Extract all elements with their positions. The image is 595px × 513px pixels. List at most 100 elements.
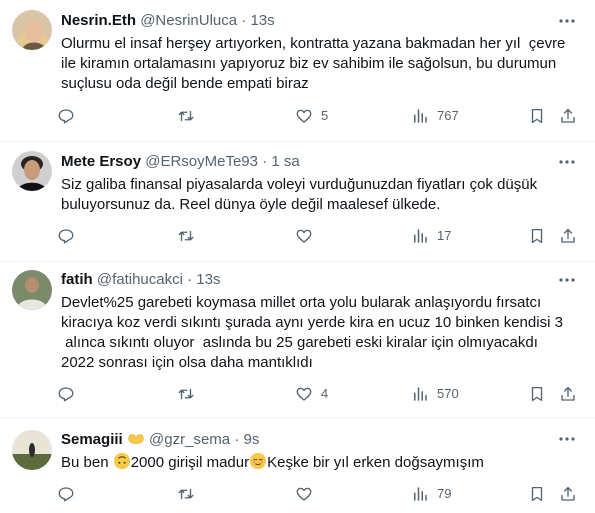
analytics-icon — [414, 229, 427, 243]
tweet-text: Olurmu el insaf herşey artıyorken, kontr… — [61, 35, 566, 92]
like-button[interactable]: 5 — [295, 106, 328, 126]
bookmark-button[interactable] — [528, 384, 546, 404]
analytics-icon — [414, 109, 427, 123]
like-button[interactable] — [295, 226, 321, 246]
bookmark-button[interactable] — [528, 106, 546, 126]
separator-dot: · — [234, 431, 240, 448]
more-horizontal-icon[interactable] — [557, 152, 577, 172]
tweet-header: Semagiii @gzr_sema · 9s — [61, 429, 259, 449]
reply-icon — [58, 487, 74, 502]
retweet-icon — [178, 488, 194, 500]
tweet-text: Siz galiba finansal piyasalarda voleyi v… — [61, 176, 538, 213]
retweet-icon — [178, 388, 194, 400]
share-button[interactable] — [559, 226, 577, 246]
analytics-icon — [414, 487, 427, 501]
analytics-icon — [414, 387, 427, 401]
tweet[interactable]: Semagiii @gzr_sema · 9s Bu ben 2000 giri… — [0, 418, 595, 513]
avatar[interactable] — [12, 270, 52, 310]
retweet-button[interactable] — [177, 106, 203, 126]
tweet-header: Mete Ersoy @ERsoyMeTe93 · 1 sa — [61, 152, 300, 172]
views-button[interactable]: 767 — [411, 106, 459, 126]
tweet[interactable]: Nesrin.Eth @NesrinUluca · 13s Olurmu el … — [0, 0, 595, 141]
tweet-text-part: Keşke bir yıl erken doğsaymışım — [267, 454, 484, 471]
retweet-button[interactable] — [177, 484, 203, 504]
tweet-header: Nesrin.Eth @NesrinUluca · 13s — [61, 11, 275, 31]
upside-down-face-emoji-icon — [113, 452, 130, 470]
share-icon — [561, 228, 575, 243]
tweet-text-part: Bu ben — [61, 454, 113, 471]
reply-button[interactable] — [57, 384, 83, 404]
retweet-icon — [178, 110, 194, 122]
display-name[interactable]: fatih — [61, 271, 93, 288]
hands-heart-emoji-icon — [128, 434, 144, 444]
reply-icon — [58, 387, 74, 402]
like-count: 5 — [321, 108, 329, 123]
user-handle[interactable]: @NesrinUluca — [140, 12, 237, 29]
retweet-icon — [178, 230, 194, 242]
display-name[interactable]: Nesrin.Eth — [61, 12, 136, 29]
views-button[interactable]: 570 — [411, 384, 459, 404]
tweet-text: Devlet%25 garebeti koymasa millet orta y… — [61, 294, 563, 371]
user-handle[interactable]: @gzr_sema — [149, 431, 230, 448]
retweet-button[interactable] — [177, 384, 203, 404]
more-horizontal-icon[interactable] — [557, 429, 577, 449]
tweet-text-part: 2000 girişil madur — [130, 454, 250, 471]
views-count: 79 — [437, 486, 452, 501]
timestamp[interactable]: 13s — [196, 271, 220, 288]
separator-dot: · — [241, 12, 247, 29]
reply-icon — [58, 109, 74, 124]
bookmark-button[interactable] — [528, 484, 546, 504]
timestamp[interactable]: 1 sa — [271, 153, 299, 170]
display-name[interactable]: Mete Ersoy — [61, 153, 141, 170]
relieved-face-emoji-icon — [250, 452, 267, 470]
share-icon — [561, 386, 575, 401]
share-button[interactable] — [559, 106, 577, 126]
tweet[interactable]: fatih @fatihucakci · 13s Devlet%25 gareb… — [0, 262, 595, 417]
share-icon — [561, 108, 575, 123]
bookmark-icon — [531, 386, 543, 402]
reply-button[interactable] — [57, 484, 83, 504]
timestamp[interactable]: 13s — [250, 12, 274, 29]
bookmark-button[interactable] — [528, 226, 546, 246]
separator-dot: · — [187, 271, 193, 288]
share-button[interactable] — [559, 484, 577, 504]
user-handle[interactable]: @fatihucakci — [97, 271, 183, 288]
more-horizontal-icon[interactable] — [557, 11, 577, 31]
like-button[interactable]: 4 — [295, 384, 328, 404]
tweet-text: Bu ben 2000 girişil madur Keşke bir yıl e… — [61, 452, 581, 473]
separator-dot: · — [262, 153, 268, 170]
reply-icon — [58, 229, 74, 244]
user-handle[interactable]: @ERsoyMeTe93 — [145, 153, 258, 170]
heart-icon — [296, 229, 312, 243]
retweet-button[interactable] — [177, 226, 203, 246]
reply-button[interactable] — [57, 106, 83, 126]
heart-icon — [296, 387, 312, 401]
heart-icon — [296, 487, 312, 501]
avatar[interactable] — [12, 151, 52, 191]
views-button[interactable]: 17 — [411, 226, 451, 246]
action-bar: 5 767 — [57, 106, 587, 126]
bookmark-icon — [531, 486, 543, 502]
tweet[interactable]: Mete Ersoy @ERsoyMeTe93 · 1 sa Siz galib… — [0, 142, 595, 261]
views-count: 17 — [437, 228, 452, 243]
bookmark-icon — [531, 228, 543, 244]
views-button[interactable]: 79 — [411, 484, 451, 504]
avatar[interactable] — [12, 10, 52, 50]
share-button[interactable] — [559, 384, 577, 404]
heart-icon — [296, 109, 312, 123]
display-name[interactable]: Semagiii — [61, 431, 123, 448]
action-bar: 4 570 — [57, 384, 587, 404]
bookmark-icon — [531, 108, 543, 124]
reply-button[interactable] — [57, 226, 83, 246]
timestamp[interactable]: 9s — [243, 431, 259, 448]
tweet-header: fatih @fatihucakci · 13s — [61, 270, 220, 290]
views-count: 767 — [437, 108, 459, 123]
share-icon — [561, 486, 575, 501]
like-count: 4 — [321, 386, 329, 401]
avatar[interactable] — [12, 430, 52, 470]
like-button[interactable] — [295, 484, 321, 504]
action-bar: 17 — [57, 226, 587, 246]
action-bar: 79 — [57, 484, 587, 504]
views-count: 570 — [437, 386, 459, 401]
more-horizontal-icon[interactable] — [557, 270, 577, 290]
